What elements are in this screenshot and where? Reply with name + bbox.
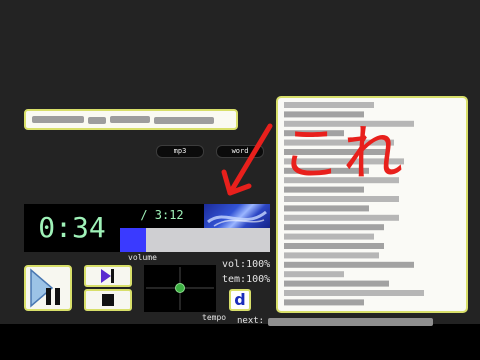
annotation-text: これ [281, 119, 405, 189]
annotation-arrow [221, 123, 273, 196]
